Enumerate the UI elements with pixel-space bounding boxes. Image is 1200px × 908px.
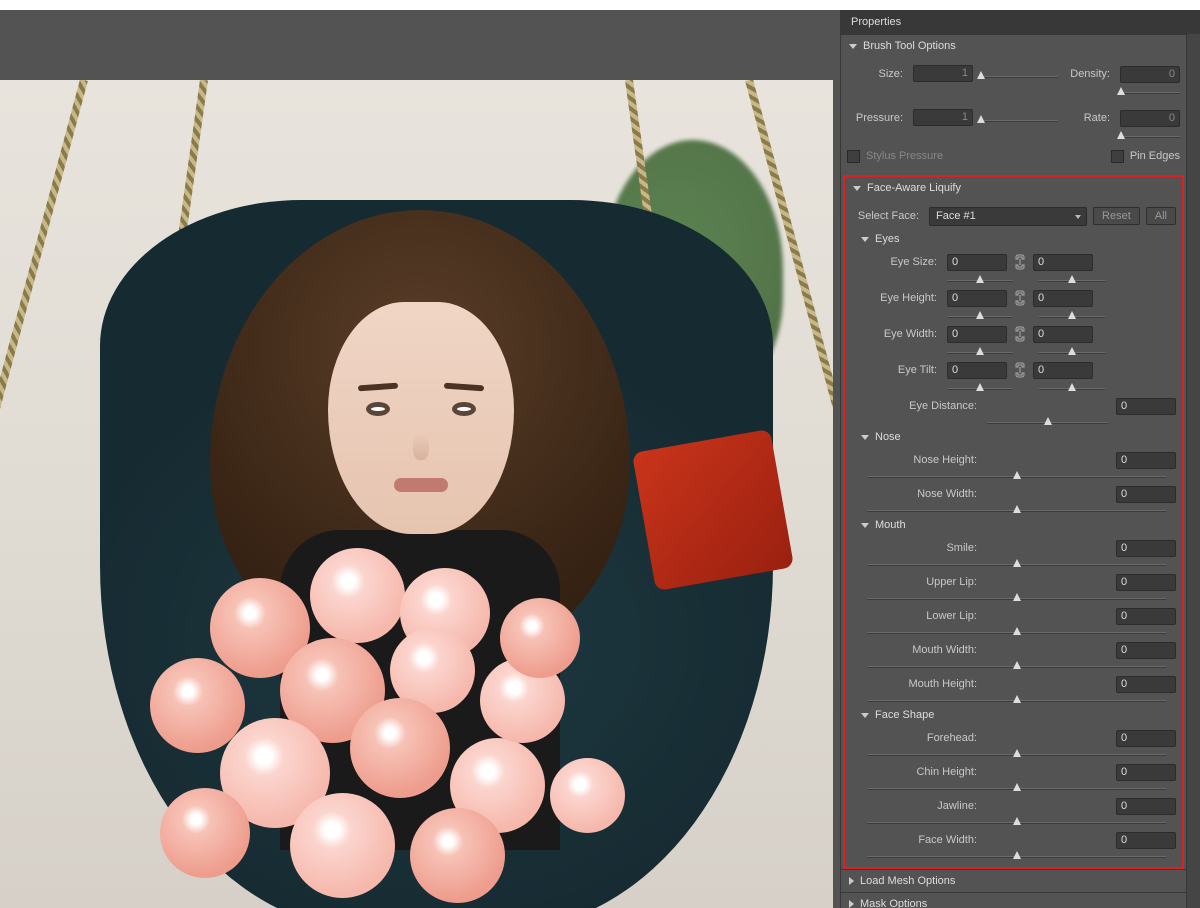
face-aware-header[interactable]: Face-Aware Liquify (845, 177, 1182, 199)
size-slider[interactable] (977, 71, 985, 79)
image-canvas[interactable] (0, 80, 833, 908)
pressure-label: Pressure: (847, 112, 907, 124)
face-shape-label: Face Shape (875, 709, 934, 721)
link-icon[interactable] (1013, 250, 1027, 274)
chevron-right-icon (849, 900, 854, 908)
eyes-header[interactable]: Eyes (851, 229, 1176, 249)
chevron-down-icon (849, 44, 857, 49)
eye-tilt-left-slider[interactable] (976, 383, 984, 391)
smile-slider[interactable] (1013, 559, 1021, 567)
panel-scrollbar-gutter[interactable] (1186, 34, 1200, 908)
upper-lip-slider[interactable] (1013, 593, 1021, 601)
load-mesh-header[interactable]: Load Mesh Options (841, 870, 1186, 892)
face-aware-highlight: Face-Aware Liquify Select Face: Face #1 … (843, 175, 1184, 869)
eye-distance-slider[interactable] (1044, 417, 1052, 425)
eye-height-right-input[interactable]: 0 (1033, 290, 1093, 307)
eye-tilt-left-input[interactable]: 0 (947, 362, 1007, 379)
nose-width-slider[interactable] (1013, 505, 1021, 513)
chevron-right-icon (849, 877, 854, 885)
eye-height-left-input[interactable]: 0 (947, 290, 1007, 307)
mouth-height-slider[interactable] (1013, 695, 1021, 703)
face-shape-header[interactable]: Face Shape (851, 705, 1176, 725)
eye-size-right-slider[interactable] (1068, 275, 1076, 283)
eye-height-left-slider[interactable] (976, 311, 984, 319)
eye-distance-label: Eye Distance: (851, 400, 981, 412)
brush-options-header[interactable]: Brush Tool Options (841, 35, 1186, 57)
photo-mock (0, 80, 833, 908)
eye-size-right-input[interactable]: 0 (1033, 254, 1093, 271)
pin-edges-checkbox[interactable] (1111, 150, 1124, 163)
pressure-input[interactable]: 1 (913, 109, 973, 126)
eye-distance-input[interactable]: 0 (1116, 398, 1176, 415)
eye-width-left-slider[interactable] (976, 347, 984, 355)
chevron-down-icon (861, 435, 869, 440)
lower-lip-slider[interactable] (1013, 627, 1021, 635)
nose-label: Nose (875, 431, 901, 443)
window-top-edge (0, 0, 1200, 10)
eye-width-left-input[interactable]: 0 (947, 326, 1007, 343)
chevron-down-icon (861, 523, 869, 528)
reset-button[interactable]: Reset (1093, 207, 1140, 225)
mouth-width-slider[interactable] (1013, 661, 1021, 669)
rate-slider[interactable] (1117, 131, 1125, 139)
select-face-label: Select Face: (851, 210, 923, 222)
jawline-slider[interactable] (1013, 817, 1021, 825)
eye-height-right-slider[interactable] (1068, 311, 1076, 319)
rate-label: Rate: (1064, 112, 1114, 124)
canvas-area (0, 10, 840, 908)
eye-width-label: Eye Width: (851, 328, 941, 340)
pressure-slider[interactable] (977, 115, 985, 123)
nose-header[interactable]: Nose (851, 427, 1176, 447)
all-button[interactable]: All (1146, 207, 1176, 225)
density-label: Density: (1064, 68, 1114, 80)
brush-options-label: Brush Tool Options (863, 40, 956, 52)
mask-options-section: Mask Options (841, 892, 1186, 908)
face-aware-section: Face-Aware Liquify Select Face: Face #1 … (845, 177, 1182, 867)
eye-size-left-slider[interactable] (976, 275, 984, 283)
density-input[interactable]: 0 (1120, 66, 1180, 83)
eye-size-left-input[interactable]: 0 (947, 254, 1007, 271)
load-mesh-section: Load Mesh Options (841, 869, 1186, 892)
face-aware-label: Face-Aware Liquify (867, 182, 961, 194)
chin-height-slider[interactable] (1013, 783, 1021, 791)
link-icon[interactable] (1013, 286, 1027, 310)
eye-width-right-input[interactable]: 0 (1033, 326, 1093, 343)
face-width-slider[interactable] (1013, 851, 1021, 859)
eye-width-right-slider[interactable] (1068, 347, 1076, 355)
eyes-label: Eyes (875, 233, 899, 245)
eye-tilt-label: Eye Tilt: (851, 364, 941, 376)
stylus-pressure-checkbox[interactable] (847, 150, 860, 163)
size-label: Size: (847, 68, 907, 80)
link-icon[interactable] (1013, 322, 1027, 346)
link-icon[interactable] (1013, 358, 1027, 382)
chevron-down-icon (861, 237, 869, 242)
mouth-label: Mouth (875, 519, 906, 531)
mask-options-header[interactable]: Mask Options (841, 893, 1186, 908)
forehead-slider[interactable] (1013, 749, 1021, 757)
size-input[interactable]: 1 (913, 65, 973, 82)
chevron-down-icon (853, 186, 861, 191)
eye-tilt-right-slider[interactable] (1068, 383, 1076, 391)
stylus-pressure-label: Stylus Pressure (866, 150, 943, 162)
panel-title: Properties (841, 10, 1200, 34)
chevron-down-icon (861, 713, 869, 718)
rate-input[interactable]: 0 (1120, 110, 1180, 127)
mask-options-label: Mask Options (860, 898, 927, 908)
nose-height-slider[interactable] (1013, 471, 1021, 479)
eye-tilt-right-input[interactable]: 0 (1033, 362, 1093, 379)
mouth-header[interactable]: Mouth (851, 515, 1176, 535)
brush-options-section: Brush Tool Options Size: 1 Density: 0 Pr… (841, 34, 1186, 175)
face-select-dropdown[interactable]: Face #1 (929, 207, 1087, 226)
eye-height-label: Eye Height: (851, 292, 941, 304)
properties-panel: Properties Brush Tool Options Size: 1 De… (840, 10, 1200, 908)
pin-edges-label: Pin Edges (1130, 150, 1180, 162)
density-slider[interactable] (1117, 87, 1125, 95)
eye-size-label: Eye Size: (851, 256, 941, 268)
load-mesh-label: Load Mesh Options (860, 875, 955, 887)
